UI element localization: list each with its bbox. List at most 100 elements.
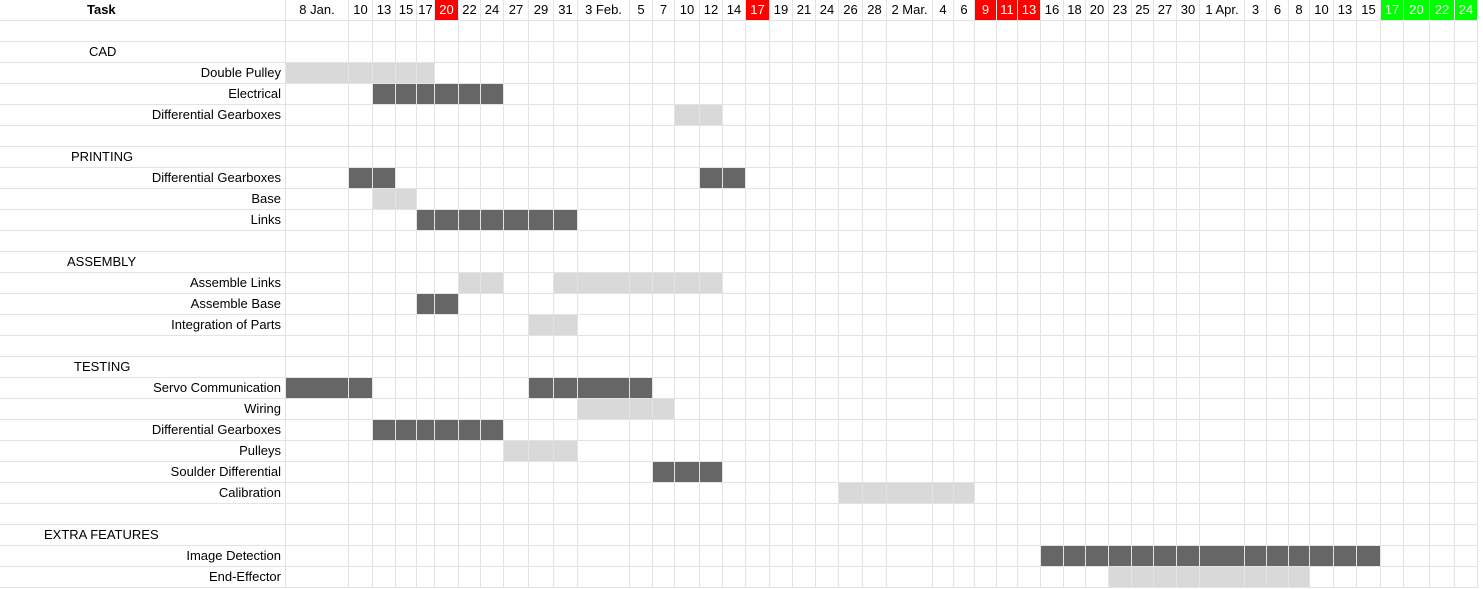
grid-cell[interactable]: [954, 315, 975, 336]
grid-cell[interactable]: [816, 126, 839, 147]
grid-cell[interactable]: [1404, 231, 1430, 252]
grid-cell[interactable]: [675, 294, 700, 315]
grid-cell[interactable]: [396, 126, 417, 147]
grid-cell[interactable]: [863, 147, 887, 168]
grid-cell[interactable]: [459, 63, 481, 84]
grid-cell[interactable]: [417, 21, 435, 42]
grid-cell[interactable]: [630, 210, 653, 231]
grid-cell[interactable]: [816, 336, 839, 357]
date-header-cell[interactable]: 1 Apr.: [1200, 0, 1245, 21]
grid-cell[interactable]: [1289, 504, 1310, 525]
grid-cell[interactable]: [863, 168, 887, 189]
grid-cell[interactable]: [1154, 483, 1177, 504]
grid-cell[interactable]: [1310, 567, 1334, 588]
grid-cell[interactable]: [653, 252, 675, 273]
grid-cell[interactable]: [481, 21, 504, 42]
grid-cell[interactable]: [481, 504, 504, 525]
grid-cell[interactable]: [746, 105, 770, 126]
grid-cell[interactable]: [417, 252, 435, 273]
grid-cell[interactable]: [816, 84, 839, 105]
grid-cell[interactable]: [997, 483, 1018, 504]
gantt-bar-cell[interactable]: [578, 399, 630, 420]
grid-cell[interactable]: [1404, 42, 1430, 63]
grid-cell[interactable]: [481, 525, 504, 546]
grid-cell[interactable]: [286, 504, 349, 525]
grid-cell[interactable]: [1086, 357, 1109, 378]
grid-cell[interactable]: [887, 420, 933, 441]
date-header-cell[interactable]: 12: [700, 0, 723, 21]
grid-cell[interactable]: [839, 147, 863, 168]
grid-cell[interactable]: [1289, 525, 1310, 546]
grid-cell[interactable]: [770, 294, 793, 315]
grid-cell[interactable]: [630, 546, 653, 567]
grid-cell[interactable]: [1154, 231, 1177, 252]
grid-cell[interactable]: [578, 42, 630, 63]
grid-cell[interactable]: [1132, 42, 1154, 63]
grid-cell[interactable]: [770, 105, 793, 126]
date-header-cell[interactable]: 10: [675, 0, 700, 21]
grid-cell[interactable]: [933, 525, 954, 546]
grid-cell[interactable]: [997, 441, 1018, 462]
grid-cell[interactable]: [504, 84, 529, 105]
grid-cell[interactable]: [816, 294, 839, 315]
grid-cell[interactable]: [746, 294, 770, 315]
grid-cell[interactable]: [1404, 84, 1430, 105]
grid-cell[interactable]: [839, 84, 863, 105]
grid-cell[interactable]: [975, 294, 997, 315]
grid-cell[interactable]: [1381, 252, 1404, 273]
date-header-cell[interactable]: 22: [1430, 0, 1455, 21]
grid-cell[interactable]: [578, 525, 630, 546]
grid-cell[interactable]: [578, 210, 630, 231]
grid-cell[interactable]: [863, 462, 887, 483]
grid-cell[interactable]: [770, 546, 793, 567]
grid-cell[interactable]: [1154, 189, 1177, 210]
grid-cell[interactable]: [1289, 483, 1310, 504]
grid-cell[interactable]: [1132, 231, 1154, 252]
grid-cell[interactable]: [770, 147, 793, 168]
grid-cell[interactable]: [435, 21, 459, 42]
gantt-bar-cell[interactable]: [1267, 567, 1289, 588]
task-label[interactable]: Differential Gearboxes: [0, 105, 286, 126]
grid-cell[interactable]: [1109, 42, 1132, 63]
grid-cell[interactable]: [1041, 42, 1064, 63]
grid-cell[interactable]: [1064, 462, 1086, 483]
task-label[interactable]: Pulleys: [0, 441, 286, 462]
grid-cell[interactable]: [863, 231, 887, 252]
grid-cell[interactable]: [1154, 42, 1177, 63]
grid-cell[interactable]: [954, 210, 975, 231]
grid-cell[interactable]: [578, 63, 630, 84]
grid-cell[interactable]: [1086, 126, 1109, 147]
grid-cell[interactable]: [653, 126, 675, 147]
grid-cell[interactable]: [630, 252, 653, 273]
grid-cell[interactable]: [954, 273, 975, 294]
grid-cell[interactable]: [1086, 147, 1109, 168]
grid-cell[interactable]: [793, 147, 816, 168]
grid-cell[interactable]: [1018, 63, 1041, 84]
grid-cell[interactable]: [1289, 168, 1310, 189]
grid-cell[interactable]: [997, 336, 1018, 357]
date-header-cell[interactable]: 22: [459, 0, 481, 21]
grid-cell[interactable]: [816, 273, 839, 294]
grid-cell[interactable]: [863, 336, 887, 357]
grid-cell[interactable]: [816, 546, 839, 567]
grid-cell[interactable]: [1109, 315, 1132, 336]
grid-cell[interactable]: [1455, 420, 1478, 441]
grid-cell[interactable]: [863, 357, 887, 378]
grid-cell[interactable]: [1154, 147, 1177, 168]
grid-cell[interactable]: [770, 504, 793, 525]
grid-cell[interactable]: [459, 462, 481, 483]
grid-cell[interactable]: [1018, 21, 1041, 42]
grid-cell[interactable]: [675, 399, 700, 420]
grid-cell[interactable]: [1267, 399, 1289, 420]
grid-cell[interactable]: [1086, 441, 1109, 462]
grid-cell[interactable]: [793, 483, 816, 504]
grid-cell[interactable]: [887, 462, 933, 483]
grid-cell[interactable]: [700, 336, 723, 357]
grid-cell[interactable]: [1289, 189, 1310, 210]
grid-cell[interactable]: [1154, 105, 1177, 126]
grid-cell[interactable]: [1109, 63, 1132, 84]
grid-cell[interactable]: [459, 42, 481, 63]
grid-cell[interactable]: [529, 126, 554, 147]
grid-cell[interactable]: [1200, 525, 1245, 546]
grid-cell[interactable]: [675, 252, 700, 273]
